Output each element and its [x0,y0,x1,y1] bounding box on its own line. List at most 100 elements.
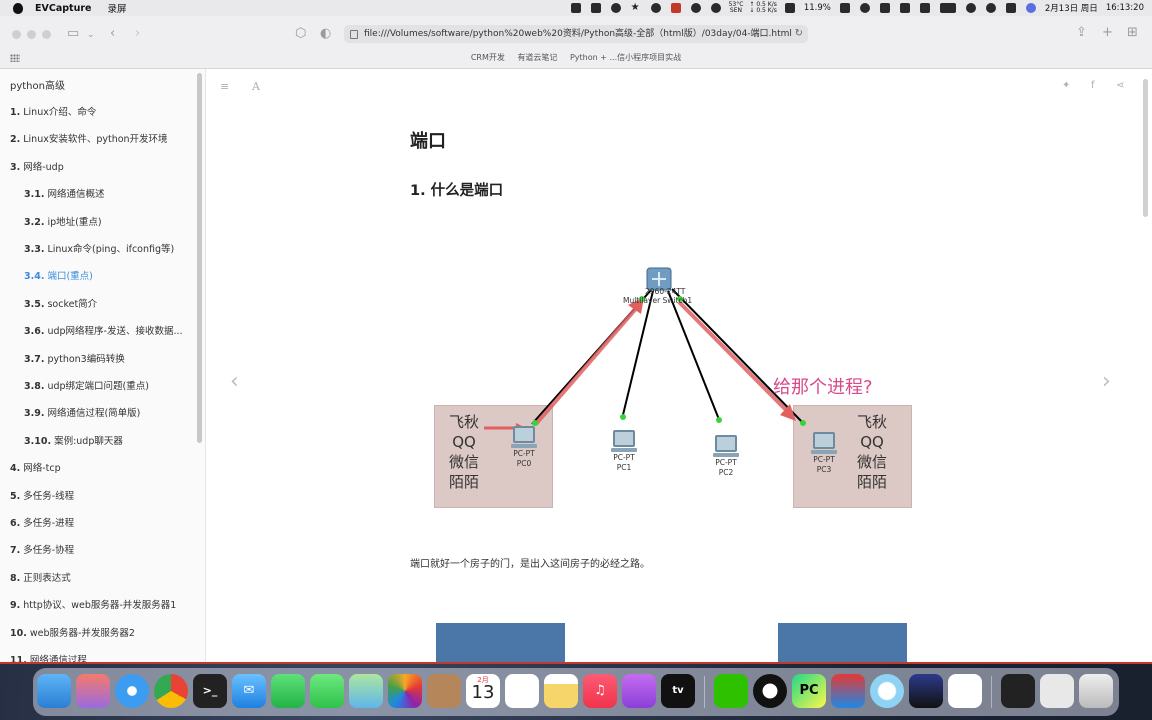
wechat-icon[interactable] [714,674,748,708]
toggle-summary-icon[interactable]: ≡ [220,80,229,93]
bluetooth-icon[interactable] [899,3,910,13]
network-speed-readout[interactable]: ↑ 0.5 K/s ↓ 0.5 K/s [749,2,776,14]
forward-button[interactable]: › [135,27,140,41]
launchpad-icon[interactable] [76,674,110,708]
trash-icon[interactable] [1079,674,1113,708]
toc-item[interactable]: 3.6. udp网络程序-发送、接收数据... [24,323,183,337]
font-settings-icon[interactable]: A [252,80,260,93]
toc-item[interactable]: 3.7. python3编码转换 [24,351,125,365]
star-icon[interactable]: ★ [631,3,641,13]
toc-item[interactable]: 2. Linux安装软件、python开发环境 [10,131,168,145]
menubar-date[interactable]: 2月13日 周日 [1045,2,1098,14]
cpu-temp-readout[interactable]: 53°C SEN [729,2,744,14]
qq-icon[interactable] [753,674,787,708]
twitter-icon[interactable]: ✦ [1062,80,1070,91]
apple-menu-icon[interactable] [13,2,23,14]
tab-overview-icon[interactable]: ⊞ [1127,26,1138,40]
chevron-down-icon[interactable]: ⌄ [87,28,95,42]
podcasts-icon[interactable] [622,674,656,708]
chrome-icon[interactable] [154,674,188,708]
shield-icon[interactable]: ⬡ [295,27,306,41]
pycharm-icon[interactable]: PC [792,674,826,708]
reader-icon[interactable]: ◐ [320,27,331,41]
cpu-usage[interactable]: 11.9% [804,3,831,13]
calendar-icon[interactable]: 2月 13 [466,674,500,708]
wechat-tray-icon[interactable] [690,3,701,13]
sidebar-scrollbar[interactable] [197,73,202,443]
sidebar-toggle-icon[interactable]: ▭ [67,27,79,41]
toc-item[interactable]: 1. Linux介绍、命令 [10,104,96,118]
toc-item[interactable]: 4. 网络-tcp [10,460,61,474]
video-player-icon[interactable] [909,674,943,708]
mail-icon[interactable]: ✉ [232,674,266,708]
messages-icon[interactable] [310,674,344,708]
toc-item[interactable]: 5. 多任务-线程 [10,488,74,502]
menu-item-record[interactable]: 录屏 [107,1,126,15]
toc-item[interactable]: 3.4. 端口(重点) [24,268,93,282]
maps-icon[interactable] [349,674,383,708]
toc-item[interactable]: 8. 正则表达式 [10,570,71,584]
content-scrollbar[interactable] [1143,79,1148,217]
bell-icon[interactable] [710,3,721,13]
menubar-time[interactable]: 16:13:20 [1106,3,1144,13]
minimized-window-1[interactable] [1001,674,1035,708]
notes-icon[interactable] [544,674,578,708]
toc-item[interactable]: 3.5. socket简介 [24,296,97,310]
control-center-icon[interactable] [1005,3,1016,13]
toc-item[interactable]: 3.10. 案例:udp聊天器 [24,433,123,447]
tray-animal-icon[interactable] [839,3,850,13]
photos-icon[interactable] [388,674,422,708]
tray-spiral-icon[interactable] [650,3,661,13]
toc-item[interactable]: 3. 网络-udp [10,159,64,173]
battery-icon[interactable] [939,3,956,13]
volume-icon[interactable] [879,3,890,13]
minimized-window-2[interactable] [1040,674,1074,708]
minimize-window-button[interactable] [27,30,36,39]
facetime-icon[interactable] [271,674,305,708]
app-name-menu[interactable]: EVCapture [35,3,91,14]
toc-item[interactable]: 3.1. 网络通信概述 [24,186,104,200]
share-options-icon[interactable]: ⋖ [1116,80,1124,91]
facebook-icon[interactable]: f [1091,80,1095,91]
evcapture-icon[interactable] [870,674,904,708]
toc-item[interactable]: 9. http协议、web服务器-并发服务器1 [10,597,176,611]
finder-icon[interactable] [37,674,71,708]
siri-icon[interactable] [1025,3,1036,13]
book-title[interactable]: python高级 [10,77,65,92]
toolbox-icon[interactable] [831,674,865,708]
prev-page-button[interactable]: ‹ [230,369,239,394]
search-icon[interactable] [985,3,996,13]
wifi-icon[interactable] [965,3,976,13]
bookmark-crm[interactable]: CRM开发 [471,53,505,62]
contacts-icon[interactable] [427,674,461,708]
play-icon[interactable] [859,3,870,13]
bookmark-python-miniprogram[interactable]: Python + ...信小程序项目实战 [570,53,681,62]
tray-s-icon[interactable] [919,3,930,13]
reload-icon[interactable]: ↻ [795,25,803,43]
next-page-button[interactable]: › [1102,369,1111,394]
reminders-icon[interactable] [505,674,539,708]
tray-grid-icon[interactable] [590,3,601,13]
toc-item[interactable]: 3.2. ip地址(重点) [24,214,102,228]
new-tab-icon[interactable]: + [1102,26,1113,40]
zoom-window-button[interactable] [42,30,51,39]
safari-icon[interactable] [115,674,149,708]
back-button[interactable]: ‹ [110,27,115,41]
toc-item[interactable]: 3.8. udp绑定端口问题(重点) [24,378,149,392]
terminal-icon[interactable]: >_ [193,674,227,708]
music-icon[interactable]: ♫ [583,674,617,708]
share-icon[interactable]: ⇪ [1076,26,1087,40]
tray-app-icon[interactable] [570,3,581,13]
tray-capture-icon[interactable] [670,3,681,13]
dingtalk-icon[interactable] [948,674,982,708]
toc-item[interactable]: 7. 多任务-协程 [10,542,74,556]
toc-item[interactable]: 3.9. 网络通信过程(简单版) [24,405,140,419]
tray-chat-icon[interactable] [610,3,621,13]
toc-item[interactable]: 11. 网络通信过程 [10,652,87,662]
bookmark-youdao[interactable]: 有道云笔记 [517,53,557,62]
toc-item[interactable]: 6. 多任务-进程 [10,515,74,529]
apple-tv-icon[interactable]: tv [661,674,695,708]
toc-item[interactable]: 3.3. Linux命令(ping、ifconfig等) [24,241,174,255]
address-bar[interactable]: file:///Volumes/software/python%20web%20… [344,25,808,43]
close-window-button[interactable] [12,30,21,39]
